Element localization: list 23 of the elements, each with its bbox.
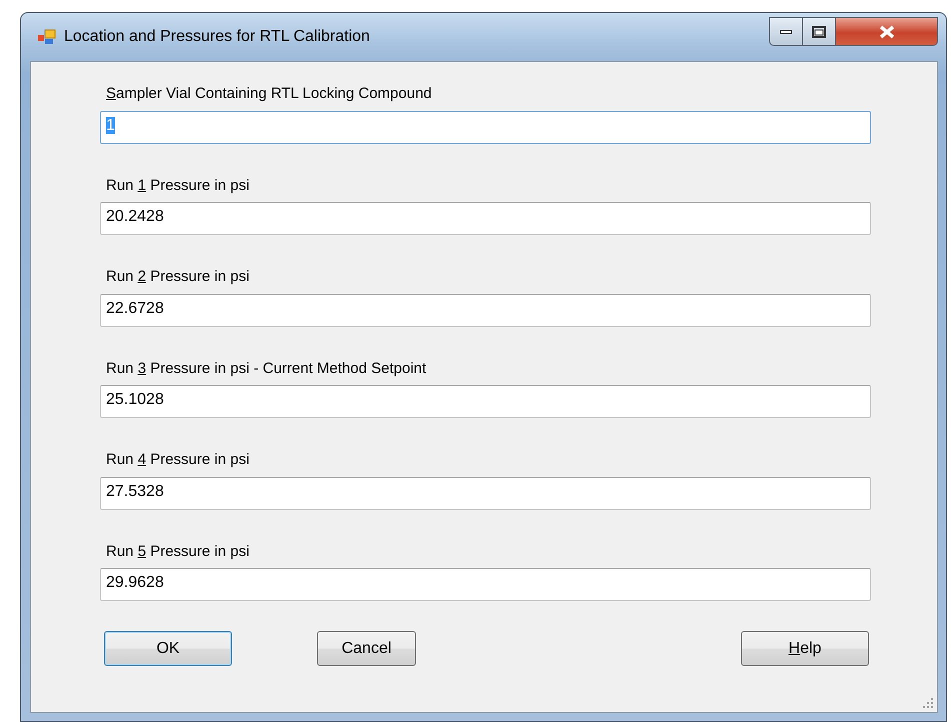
input-field[interactable]: 25.1028	[100, 385, 871, 418]
maximize-icon	[811, 26, 827, 38]
input-field[interactable]: 20.2428	[100, 202, 871, 235]
field-label: Run 2 Pressure in psi	[106, 267, 250, 287]
field-label: Run 3 Pressure in psi - Current Method Setpoint	[106, 358, 426, 378]
field-label: Run 4 Pressure in psi	[106, 450, 250, 470]
app-icon	[38, 29, 56, 45]
input-field[interactable]: 27.5328	[100, 476, 871, 510]
close-icon	[878, 24, 896, 38]
dialog-button[interactable]: OK	[104, 631, 232, 666]
field-label: Run 5 Pressure in psi	[106, 542, 250, 562]
maximize-button[interactable]	[803, 17, 836, 46]
minimize-button[interactable]	[769, 17, 803, 46]
dialog-button[interactable]: Cancel	[317, 631, 416, 666]
resize-grip-icon[interactable]	[923, 698, 934, 709]
input-field[interactable]: 22.6728	[100, 294, 871, 326]
input-field[interactable]: 29.9628	[100, 568, 871, 601]
close-button[interactable]	[836, 17, 938, 46]
dialog-button[interactable]: Help	[741, 631, 869, 666]
field-label: Sampler Vial Containing RTL Locking Compound	[106, 84, 432, 104]
window-title: Location and Pressures for RTL Calibration	[64, 27, 370, 47]
minimize-icon	[780, 30, 792, 34]
field-label: Run 1 Pressure in psi	[106, 176, 250, 196]
